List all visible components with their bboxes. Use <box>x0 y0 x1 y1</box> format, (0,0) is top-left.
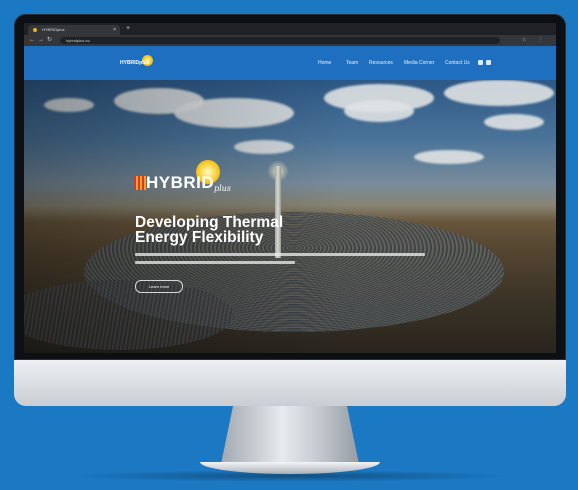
hero-headline-line1: Developing Thermal <box>135 214 284 231</box>
description-line <box>135 253 425 256</box>
address-bar-row: ← → ↻ hybridplus.eu ☆ ⋮ <box>24 35 556 46</box>
tab-title: HYBRIDplus <box>42 27 65 32</box>
reload-button[interactable]: ↻ <box>47 35 52 46</box>
hero-section: HYBRID plus Developing Thermal Energy Fl… <box>24 80 556 353</box>
imac-monitor: HYBRIDplus × + ← → ↻ hybridplus.eu ☆ ⋮ H… <box>14 14 566 406</box>
site-logo-text: HYBRIDplus <box>120 60 150 66</box>
nav-team[interactable]: Team <box>346 59 358 67</box>
hero-logo: HYBRID plus <box>134 160 244 200</box>
hero-description <box>135 253 435 275</box>
nav-resources[interactable]: Resources <box>369 59 393 67</box>
twitter-icon[interactable] <box>478 60 483 65</box>
nav-media-corner[interactable]: Media Corner <box>404 59 434 67</box>
learn-more-button[interactable]: Learn more <box>135 280 183 293</box>
site-logo[interactable]: HYBRIDplus <box>120 55 160 69</box>
favicon-icon <box>33 28 37 32</box>
browser-tab-bar: HYBRIDplus × + <box>24 23 556 35</box>
linkedin-icon[interactable] <box>486 60 491 65</box>
monitor-stand <box>221 406 359 464</box>
description-line <box>135 261 295 264</box>
hero-logo-word: HYBRID <box>146 173 215 192</box>
url-input[interactable]: hybridplus.eu <box>60 37 500 44</box>
hero-headline-line2: Energy Flexibility <box>135 229 264 246</box>
screen: HYBRIDplus × + ← → ↻ hybridplus.eu ☆ ⋮ H… <box>24 23 556 353</box>
logo-bars-icon <box>134 176 146 190</box>
monitor-bezel: HYBRIDplus × + ← → ↻ hybridplus.eu ☆ ⋮ H… <box>14 14 566 360</box>
bookmark-star-icon[interactable]: ☆ <box>522 35 526 46</box>
nav-home[interactable]: Home <box>318 59 331 67</box>
monitor-chin <box>14 360 566 406</box>
hero-logo-suffix: plus <box>214 184 231 193</box>
back-button[interactable]: ← <box>29 35 35 46</box>
tab-close-icon[interactable]: × <box>113 25 116 35</box>
nav-contact-us[interactable]: Contact Us <box>445 59 470 67</box>
new-tab-button[interactable]: + <box>126 24 130 34</box>
hero-headline: Developing Thermal Energy Flexibility <box>135 214 395 246</box>
browser-menu-icon[interactable]: ⋮ <box>538 35 543 46</box>
site-header: HYBRIDplus Home Team Resources Media Cor… <box>24 46 556 80</box>
forward-button[interactable]: → <box>38 35 44 46</box>
browser-tab[interactable]: HYBRIDplus × <box>28 25 120 35</box>
